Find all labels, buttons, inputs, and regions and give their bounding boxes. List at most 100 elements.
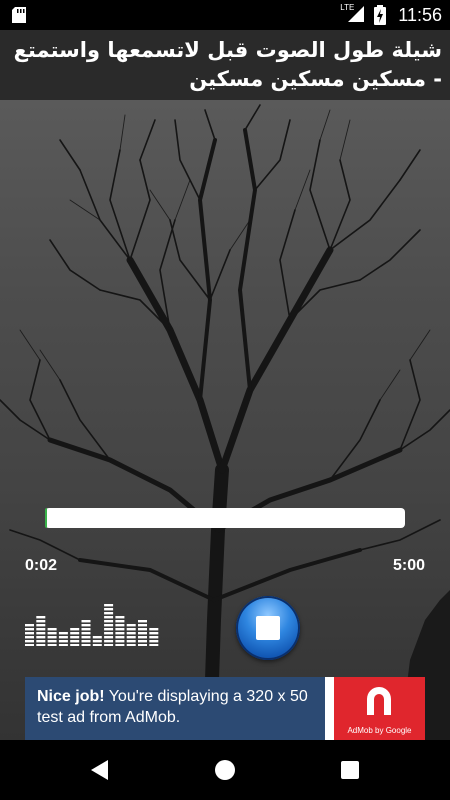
clock: 11:56 — [398, 4, 442, 25]
equalizer-segment — [81, 640, 91, 643]
equalizer-segment — [58, 636, 68, 639]
equalizer-segment — [149, 632, 159, 635]
track-title: شيلة طول الصوت قبل لاتسمعها واستمتع - مس… — [13, 38, 442, 91]
home-button[interactable] — [213, 758, 237, 782]
equalizer-segment — [47, 628, 57, 631]
equalizer-segment — [138, 624, 147, 627]
equalizer-segment — [47, 644, 57, 646]
equalizer-segment — [81, 624, 91, 627]
equalizer-segment — [92, 636, 102, 639]
equalizer-segment — [115, 624, 125, 627]
equalizer-segment — [25, 628, 34, 631]
equalizer-segment — [104, 628, 114, 631]
equalizer-segment — [126, 632, 136, 635]
equalizer-segment — [126, 628, 136, 631]
equalizer-segment — [36, 628, 46, 631]
back-button[interactable] — [88, 758, 112, 782]
equalizer-segment — [149, 640, 159, 643]
elapsed-time: 0:02 — [25, 557, 58, 574]
equalizer-segment — [104, 612, 114, 615]
equalizer-segment — [58, 640, 68, 643]
admob-mark-icon — [367, 687, 391, 715]
status-bar: LTE 11:56 — [0, 0, 450, 30]
navigation-bar — [0, 740, 450, 800]
equalizer-segment — [149, 636, 159, 639]
stop-button[interactable] — [236, 596, 300, 660]
equalizer-segment — [36, 624, 46, 627]
equalizer-segment — [115, 636, 125, 639]
equalizer-segment — [25, 644, 34, 646]
equalizer-segment — [104, 644, 114, 646]
equalizer-segment — [81, 644, 91, 646]
equalizer-segment — [47, 632, 57, 635]
equalizer-segment — [138, 640, 147, 643]
battery-charging-icon — [374, 5, 387, 25]
seek-bar-progress — [45, 508, 48, 528]
stop-icon — [256, 616, 280, 640]
equalizer-segment — [138, 644, 147, 646]
equalizer-segment — [104, 636, 114, 639]
recents-button[interactable] — [338, 758, 362, 782]
equalizer-segment — [138, 636, 147, 639]
ad-text[interactable]: Nice job! You're displaying a 320 x 50 t… — [25, 677, 325, 740]
equalizer-segment — [81, 632, 91, 635]
equalizer-segment — [126, 640, 136, 643]
equalizer-segment — [36, 636, 46, 639]
sd-card-icon — [12, 7, 26, 23]
recents-square-icon — [341, 761, 359, 779]
seek-bar[interactable] — [45, 508, 405, 528]
equalizer-segment — [25, 632, 34, 635]
cell-signal-icon: LTE — [340, 0, 366, 30]
equalizer-segment — [104, 620, 114, 623]
ad-headline: Nice job! — [37, 688, 105, 705]
equalizer-segment — [115, 632, 125, 635]
equalizer-segment — [36, 632, 46, 635]
admob-logo[interactable]: AdMob by Google — [334, 677, 425, 740]
title-bar: شيلة طول الصوت قبل لاتسمعها واستمتع - مس… — [0, 30, 450, 100]
equalizer-segment — [104, 640, 114, 643]
equalizer-segment — [104, 616, 114, 619]
equalizer-segment — [115, 616, 125, 619]
equalizer-segment — [70, 644, 80, 646]
back-triangle-icon — [91, 760, 108, 780]
equalizer-segment — [70, 636, 80, 639]
equalizer-segment — [115, 644, 125, 646]
equalizer-segment — [138, 632, 147, 635]
equalizer-segment — [25, 636, 34, 639]
ad-banner[interactable]: Nice job! You're displaying a 320 x 50 t… — [25, 677, 425, 740]
equalizer-segment — [104, 624, 114, 627]
equalizer-segment — [104, 632, 114, 635]
home-circle-icon — [215, 760, 235, 780]
admob-brand-label: AdMob by Google — [347, 726, 412, 735]
equalizer-segment — [70, 640, 80, 643]
equalizer-segment — [126, 644, 136, 646]
equalizer-segment — [81, 628, 91, 631]
equalizer-segment — [92, 644, 102, 646]
equalizer-segment — [47, 636, 57, 639]
equalizer-segment — [25, 640, 34, 643]
equalizer-segment — [25, 624, 34, 627]
total-duration: 5:00 — [392, 557, 425, 574]
equalizer-segment — [58, 632, 68, 635]
equalizer-icon — [25, 604, 159, 646]
equalizer-segment — [81, 636, 91, 639]
equalizer-segment — [36, 620, 46, 623]
equalizer-segment — [36, 640, 46, 643]
equalizer-segment — [115, 628, 125, 631]
equalizer-segment — [104, 604, 114, 607]
equalizer-segment — [70, 632, 80, 635]
equalizer-segment — [138, 620, 147, 623]
equalizer-segment — [115, 620, 125, 623]
equalizer-segment — [104, 608, 114, 611]
equalizer-segment — [47, 640, 57, 643]
equalizer-segment — [36, 616, 46, 619]
equalizer-segment — [149, 628, 159, 631]
equalizer-segment — [58, 644, 68, 646]
equalizer-segment — [126, 636, 136, 639]
equalizer-segment — [115, 640, 125, 643]
equalizer-segment — [36, 644, 46, 646]
equalizer-segment — [149, 644, 159, 646]
equalizer-segment — [126, 624, 136, 627]
equalizer-segment — [138, 628, 147, 631]
equalizer-segment — [92, 640, 102, 643]
